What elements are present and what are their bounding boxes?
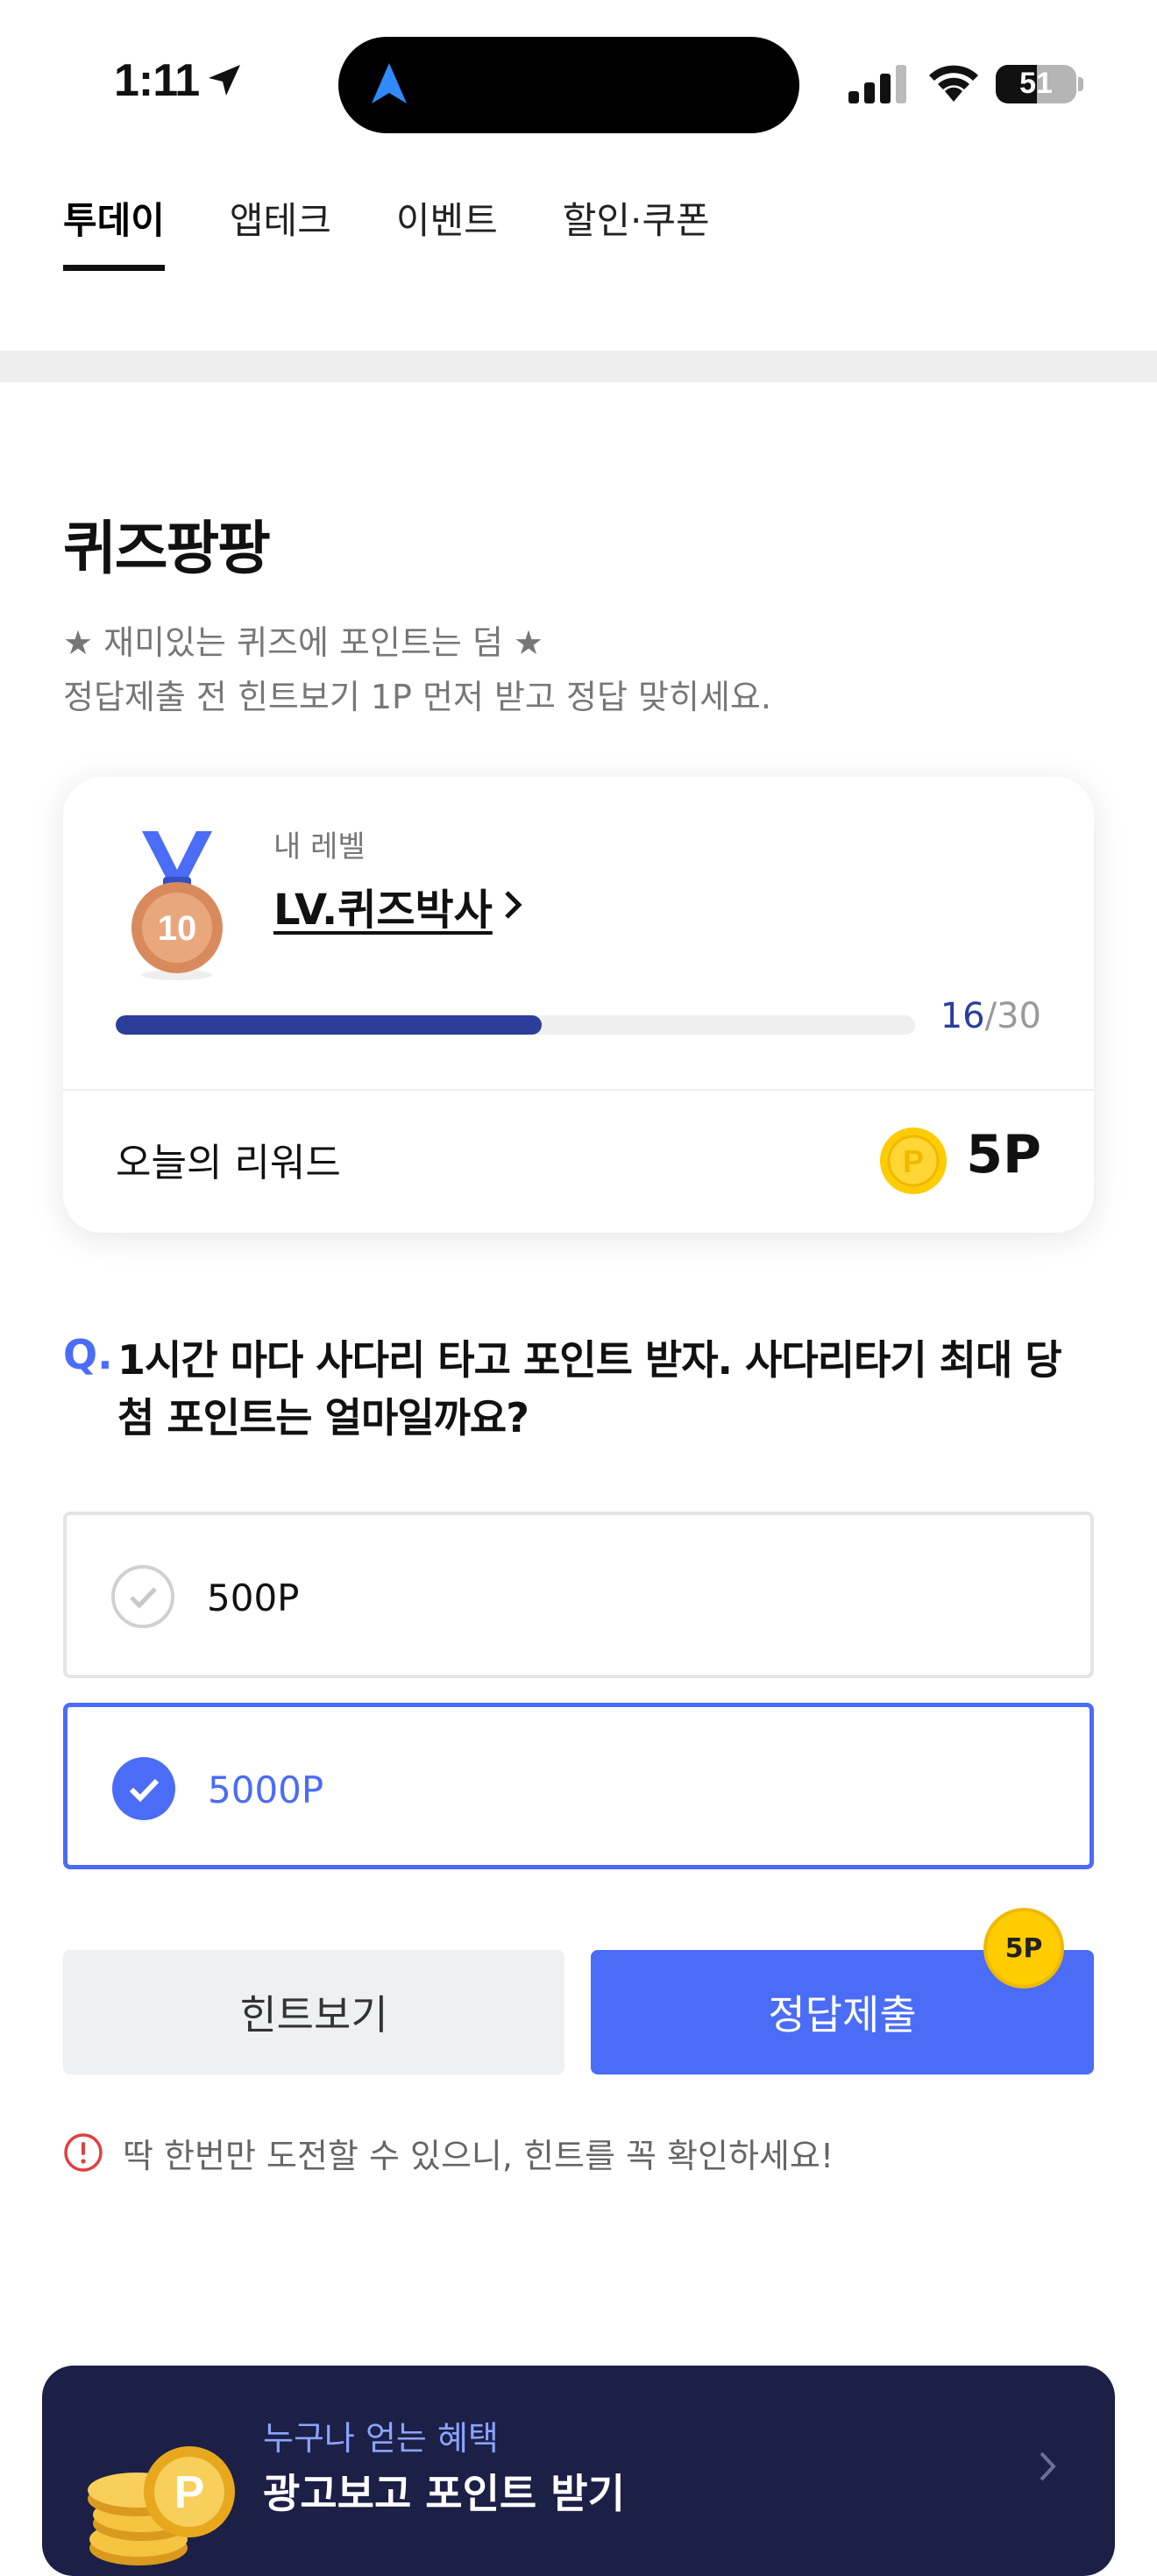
navigation-arrow-icon <box>372 63 407 103</box>
level-progress-text: 16/30 <box>941 996 1041 1036</box>
location-arrow-icon <box>209 65 240 96</box>
quiz-description: ★ 재미있는 퀴즈에 포인트는 덤 ★ 정답제출 전 힌트보기 1P 먼저 받고… <box>63 616 771 724</box>
cellular-signal-icon <box>848 65 906 103</box>
battery-percent: 51 <box>1019 67 1053 100</box>
hint-button[interactable]: 힌트보기 <box>63 1950 564 2074</box>
today-reward-label: 오늘의 리워드 <box>116 1141 341 1185</box>
banner-title: 광고보고 포인트 받기 <box>263 2470 625 2517</box>
ad-point-banner[interactable]: P 누구나 얻는 혜택 광고보고 포인트 받기 <box>42 2366 1115 2576</box>
answer-option-label: 5000P <box>208 1768 324 1811</box>
question-marker: Q. <box>63 1331 113 1378</box>
quiz-description-line1: ★ 재미있는 퀴즈에 포인트는 덤 ★ <box>63 623 544 662</box>
chevron-right-icon <box>1040 2451 1056 2481</box>
tab-event[interactable]: 이벤트 <box>396 191 498 271</box>
level-progress-fill <box>116 1015 543 1035</box>
coin-stack-icon: P <box>88 2446 235 2565</box>
progress-total: 30 <box>997 996 1041 1036</box>
battery-icon: 51 <box>996 65 1076 103</box>
top-tab-bar: 투데이 앱테크 이벤트 할인·쿠폰 <box>63 191 710 271</box>
battery-tip <box>1078 77 1083 91</box>
section-divider <box>0 351 1157 382</box>
question-text: 1시간 마다 사다리 타고 포인트 받자. 사다리타기 최대 당첨 포인트는 얼… <box>117 1336 1062 1441</box>
banner-coin-letter: P <box>174 2467 205 2518</box>
chevron-right-icon[interactable] <box>500 886 526 924</box>
wifi-icon <box>929 65 978 102</box>
card-divider <box>63 1089 1094 1091</box>
today-reward-value: 5P <box>966 1124 1041 1185</box>
banner-subtitle: 누구나 얻는 혜택 <box>263 2419 499 2458</box>
tab-today[interactable]: 투데이 <box>63 191 165 271</box>
checked-circle-icon <box>112 1757 175 1820</box>
tab-apptech[interactable]: 앱테크 <box>230 191 331 271</box>
tab-discount-coupon[interactable]: 할인·쿠폰 <box>563 191 710 271</box>
status-time: 1:11 <box>114 55 200 106</box>
medal-number: 10 <box>158 909 197 948</box>
progress-current: 16 <box>940 996 985 1036</box>
answer-option-500p[interactable]: 500P <box>63 1512 1094 1678</box>
quiz-description-line2: 정답제출 전 힌트보기 1P 먼저 받고 정답 맞히세요. <box>63 678 771 716</box>
level-progress-bar <box>116 1015 915 1035</box>
unchecked-circle-icon <box>111 1565 174 1628</box>
level-card: 10 내 레벨 LV.퀴즈박사 16/30 오늘의 리워드 P 5P <box>63 777 1094 1233</box>
level-name-link[interactable]: LV.퀴즈박사 <box>273 875 493 936</box>
level-caption: 내 레벨 <box>273 829 366 865</box>
progress-separator: / <box>984 996 997 1036</box>
alert-circle-icon <box>64 2133 103 2172</box>
bronze-medal-icon: 10 <box>131 831 223 980</box>
submit-reward-badge: 5P <box>983 1908 1064 1989</box>
coin-letter: P <box>903 1143 924 1179</box>
page-title: 퀴즈팡팡 <box>63 515 271 582</box>
point-coin-icon: P <box>880 1128 947 1194</box>
notice-text: 딱 한번만 도전할 수 있으니, 힌트를 꼭 확인하세요! <box>123 2137 834 2175</box>
answer-option-label: 500P <box>207 1576 300 1619</box>
answer-option-5000p[interactable]: 5000P <box>63 1703 1094 1869</box>
